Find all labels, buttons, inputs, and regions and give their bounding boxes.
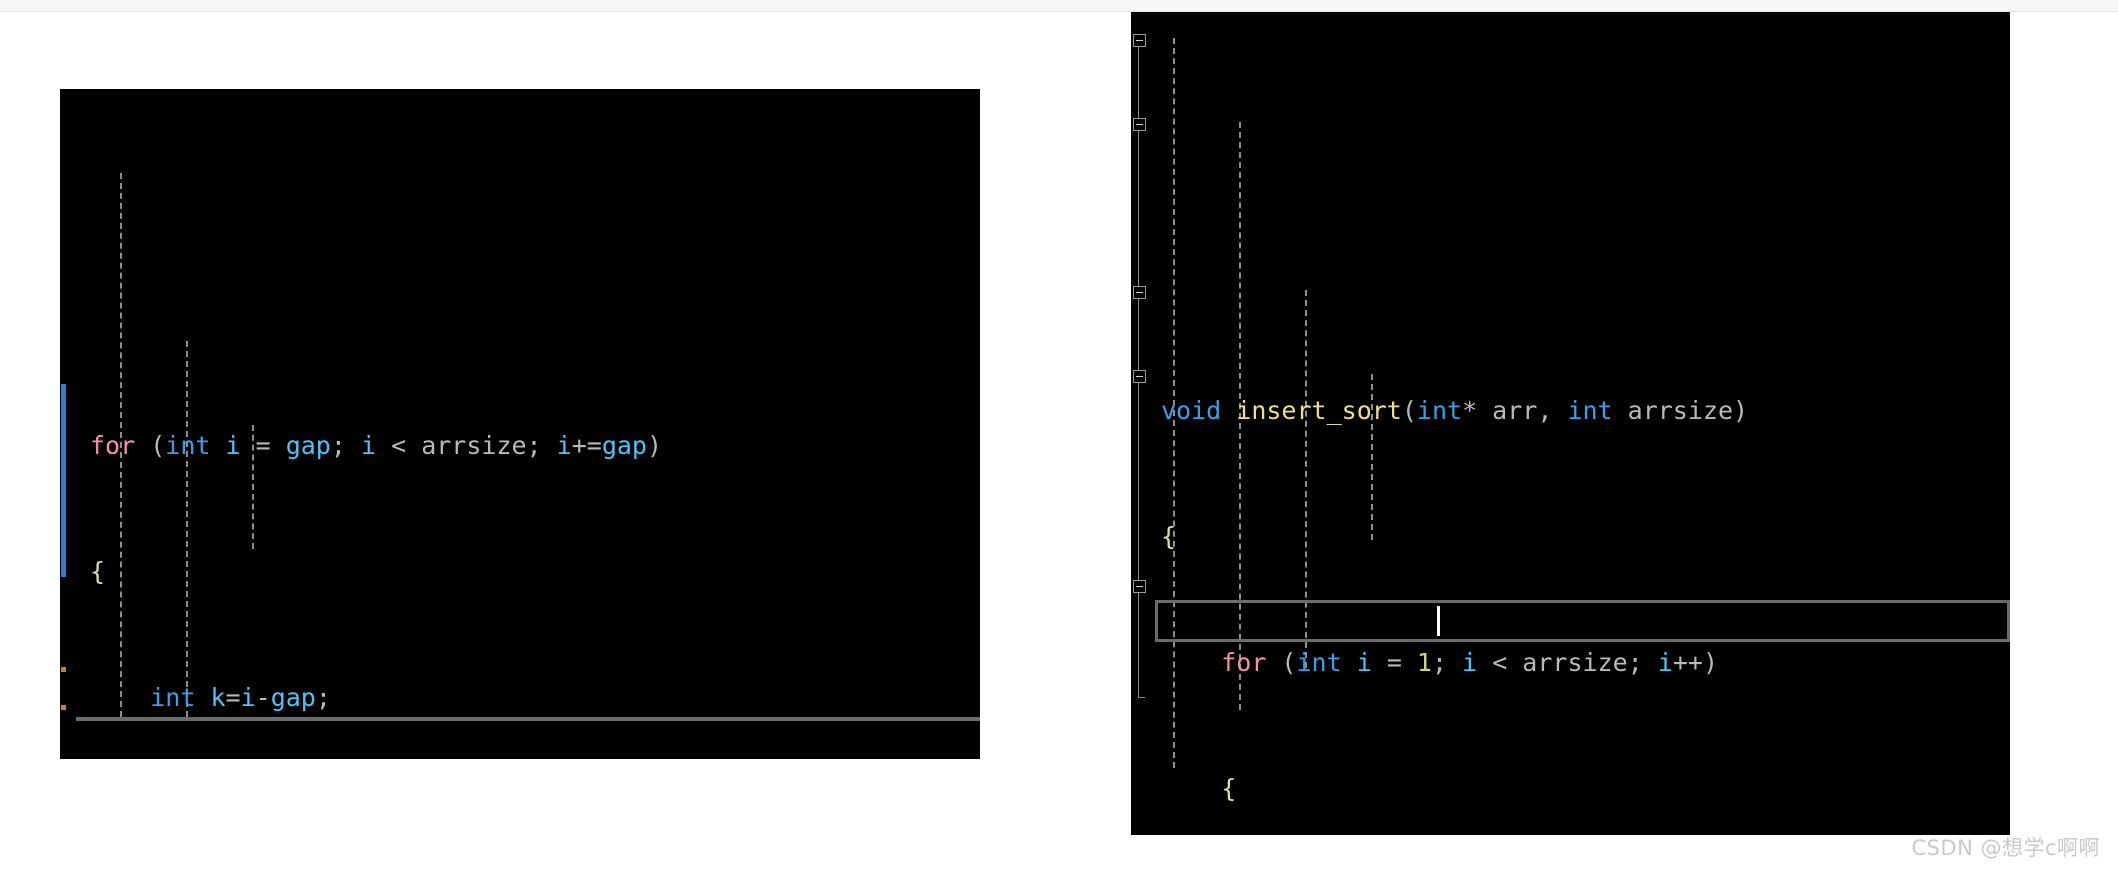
change-bar-indicator (61, 384, 66, 577)
code-line[interactable]: { (76, 551, 980, 593)
indent-guide (186, 341, 188, 717)
page-top-strip (0, 0, 2118, 12)
indent-guide (1305, 290, 1307, 668)
fold-collapse-icon[interactable] (1133, 34, 1146, 47)
right-code-editor-panel[interactable]: void insert_sort(int* arr, int arrsize) … (1131, 12, 2010, 835)
bookmark-tick-icon (61, 667, 66, 672)
left-editor-gutter[interactable] (60, 89, 76, 759)
code-line[interactable]: void insert_sort(int* arr, int arrsize) (1147, 390, 2010, 432)
fold-collapse-icon[interactable] (1133, 580, 1146, 593)
code-line[interactable]: { (1147, 768, 2010, 810)
csdn-watermark: CSDN @想学c啊啊 (1911, 836, 2100, 860)
right-editor-gutter[interactable] (1131, 12, 1147, 835)
text-caret (1437, 606, 1440, 636)
fold-collapse-icon[interactable] (1133, 286, 1146, 299)
left-editor-code-area[interactable]: for (int i = gap; i < arrsize; i+=gap) {… (76, 89, 980, 759)
current-line-highlight (1155, 600, 2010, 642)
code-line[interactable]: int k=i-gap; (76, 677, 980, 719)
right-editor-code-area[interactable]: void insert_sort(int* arr, int arrsize) … (1147, 12, 2010, 835)
fold-range-end (1138, 697, 1145, 698)
code-line[interactable]: { (1147, 516, 2010, 558)
fold-collapse-icon[interactable] (1133, 118, 1146, 131)
bookmark-tick-icon (61, 705, 66, 710)
code-line[interactable]: for (int i = 1; i < arrsize; i++) (1147, 642, 2010, 684)
code-line[interactable]: for (int i = gap; i < arrsize; i+=gap) (76, 425, 980, 467)
fold-collapse-icon[interactable] (1133, 370, 1146, 383)
editor-separator-rule (76, 717, 980, 721)
left-code-editor-panel[interactable]: for (int i = gap; i < arrsize; i+=gap) {… (60, 89, 980, 759)
